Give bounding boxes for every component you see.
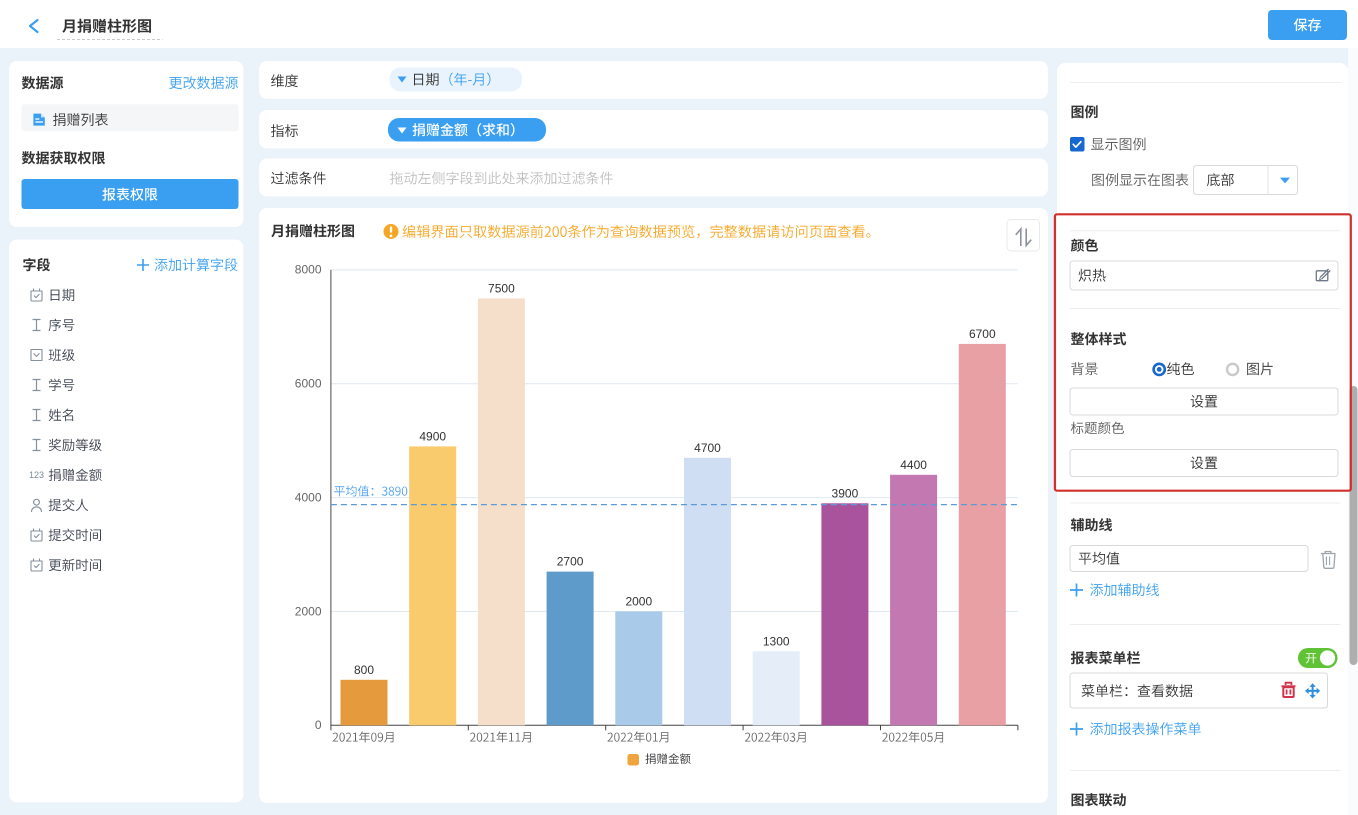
svg-text:7500: 7500 <box>488 281 515 295</box>
svg-text:8000: 8000 <box>295 263 322 277</box>
svg-text:6700: 6700 <box>969 327 996 341</box>
svg-text:4000: 4000 <box>295 490 322 504</box>
svg-text:4400: 4400 <box>900 458 927 472</box>
svg-text:2000: 2000 <box>625 594 652 608</box>
svg-text:4900: 4900 <box>419 429 446 443</box>
svg-text:4700: 4700 <box>694 441 721 455</box>
svg-text:6000: 6000 <box>295 377 322 391</box>
svg-text:2000: 2000 <box>295 604 322 618</box>
svg-text:2700: 2700 <box>557 555 584 569</box>
svg-text:1300: 1300 <box>763 634 790 648</box>
svg-text:800: 800 <box>354 663 374 677</box>
svg-text:0: 0 <box>315 718 322 732</box>
svg-text:3900: 3900 <box>832 486 859 500</box>
svg-text:123: 123 <box>29 470 44 480</box>
